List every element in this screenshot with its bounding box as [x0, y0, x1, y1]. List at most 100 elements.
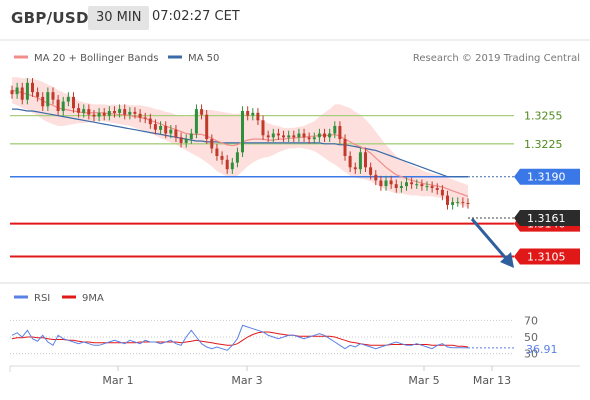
candle-body	[302, 133, 306, 138]
candle-body	[179, 137, 183, 143]
research-credit: Research © 2019 Trading Central	[413, 53, 580, 64]
rsi-line	[11, 324, 469, 351]
candle-body	[374, 174, 378, 181]
rsi-ma9-line	[11, 331, 469, 348]
candle-body	[92, 114, 96, 117]
candle-body	[118, 109, 122, 113]
candle-body	[174, 129, 178, 138]
candle-body	[153, 124, 157, 130]
x-tick-label: Mar 1	[102, 374, 133, 387]
x-axis-ticks: Mar 1 Mar 3 Mar 5 Mar 13	[102, 366, 511, 387]
candle-body	[456, 202, 460, 204]
candle-body	[148, 118, 152, 125]
candle-body	[323, 133, 326, 138]
candle-body	[77, 108, 81, 113]
candle-body	[51, 92, 55, 100]
candle-body	[384, 180, 388, 187]
candle-body	[333, 126, 337, 134]
candle-body	[399, 186, 403, 188]
candle-body	[446, 195, 449, 205]
candle-body	[353, 167, 357, 170]
candle-body	[364, 152, 367, 168]
candle-body	[215, 148, 219, 156]
candle-body	[10, 90, 14, 95]
candle-body	[164, 126, 168, 134]
rsi-tick-label-70: 70	[524, 314, 538, 327]
candle-body	[328, 133, 332, 138]
candle-body	[107, 111, 111, 116]
candle-body	[102, 112, 106, 116]
candle-body	[46, 92, 50, 107]
candle-body	[389, 180, 393, 185]
level-label-pivot-2: 1.3190	[527, 171, 566, 184]
current-price-badge: 1.3161	[514, 210, 580, 226]
candle-body	[297, 133, 301, 138]
candle-body	[41, 96, 45, 107]
candle-body	[466, 203, 470, 204]
candle-body	[159, 126, 163, 130]
legend-ma50-label: MA 50	[188, 53, 219, 64]
candle-body	[113, 111, 116, 113]
candle-body	[435, 188, 439, 190]
x-tick-label: Mar 13	[473, 374, 511, 387]
level-label-support-4: 1.3105	[527, 251, 566, 264]
x-tick-label: Mar 3	[231, 374, 262, 387]
legend-rsi-label: RSI	[34, 293, 50, 304]
candle-body	[282, 135, 285, 138]
candle-body	[225, 159, 229, 170]
level-label-resistance-1: 1.3225	[524, 138, 563, 151]
candle-body	[56, 99, 60, 111]
candle-body	[405, 182, 408, 187]
price-chart: MA 20 + Bollinger Bands MA 50 Research ©…	[0, 39, 590, 387]
candle-body	[210, 139, 214, 149]
candle-body	[20, 87, 24, 100]
candle-body	[123, 109, 127, 115]
candle-body	[194, 109, 198, 134]
candle-body	[128, 111, 132, 115]
candle-body	[61, 101, 65, 111]
candle-body	[246, 111, 250, 116]
candle-body	[205, 114, 209, 140]
rsi-current-badge: 36.91	[526, 343, 558, 356]
candle-body	[261, 120, 265, 136]
candle-body	[25, 82, 29, 100]
candle-body	[425, 186, 429, 188]
rsi-layer: 705030	[10, 314, 538, 361]
candle-body	[138, 113, 142, 118]
candle-body	[379, 180, 383, 187]
candle-body	[36, 92, 40, 97]
candle-body	[317, 133, 321, 138]
candle-body	[430, 186, 434, 188]
candle-body	[72, 96, 75, 109]
candle-body	[15, 87, 19, 95]
candle-body	[271, 133, 275, 138]
candle-body	[133, 111, 137, 114]
candle-body	[358, 152, 362, 170]
candle-body	[410, 182, 414, 185]
candle-body	[276, 133, 280, 136]
candle-body	[87, 109, 91, 115]
candle-body	[292, 135, 296, 138]
x-tick-label: Mar 5	[408, 374, 439, 387]
candle-body	[348, 156, 352, 168]
candle-body	[343, 139, 347, 156]
candle-body	[287, 135, 291, 138]
candle-body	[31, 82, 34, 93]
candle-body	[143, 117, 147, 119]
current-price-value: 1.3161	[527, 212, 566, 225]
candle-body	[256, 112, 260, 121]
candle-body	[451, 202, 455, 205]
candle-body	[66, 96, 70, 102]
candle-body	[251, 112, 255, 116]
candle-body	[97, 112, 101, 117]
level-label-resistance-0: 1.3255	[524, 110, 563, 123]
candle-body	[369, 167, 373, 175]
legend-ma20-label: MA 20 + Bollinger Bands	[34, 53, 158, 64]
candle-body	[189, 133, 193, 140]
candle-body	[461, 202, 465, 204]
legend-9ma-label: 9MA	[82, 293, 104, 304]
candle-body	[220, 156, 224, 160]
candle-body	[169, 129, 173, 134]
candle-body	[235, 152, 239, 163]
candle-body	[440, 189, 444, 196]
